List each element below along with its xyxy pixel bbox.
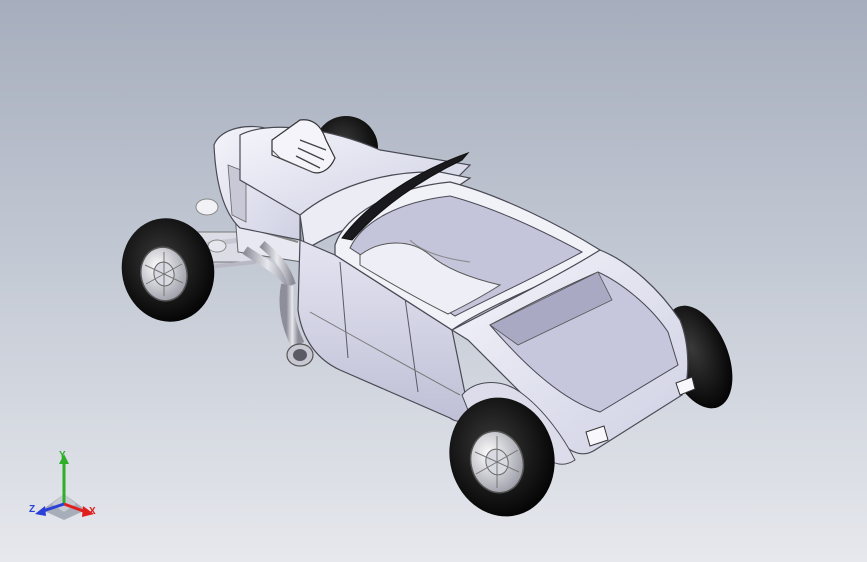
y-axis-label: Y	[59, 450, 66, 461]
x-axis-label: X	[89, 506, 96, 517]
graphics-viewport[interactable]: X Y Z	[0, 0, 867, 562]
axis-triad[interactable]: X Y Z	[28, 448, 102, 526]
hot-rod-model[interactable]	[0, 0, 867, 562]
z-axis-arrow	[35, 506, 46, 516]
front-left-tire[interactable]	[112, 210, 224, 331]
z-axis-label: Z	[29, 504, 36, 515]
